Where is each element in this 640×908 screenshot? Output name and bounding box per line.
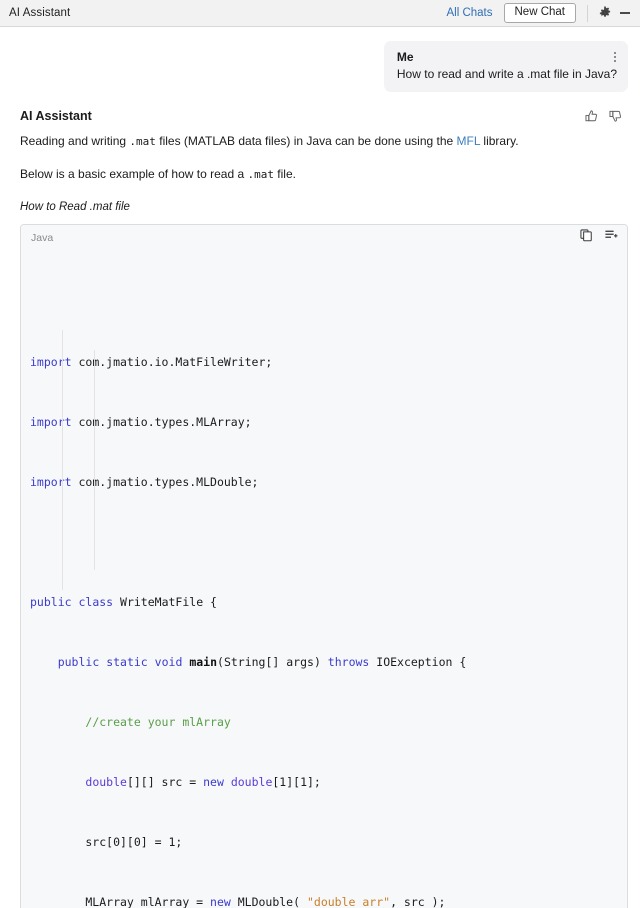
intro-text-part-3: library. <box>480 134 519 148</box>
java-code-actions <box>579 228 618 247</box>
assistant-intro-paragraph: Reading and writing .mat files (MATLAB d… <box>20 133 628 150</box>
kebab-dot <box>614 51 616 54</box>
mfl-library-link[interactable]: MFL <box>457 134 481 148</box>
assistant-example-paragraph: Below is a basic example of how to read … <box>20 166 628 183</box>
conversation-scroll-area[interactable]: Me How to read and write a .mat file in … <box>0 27 640 908</box>
minimize-icon[interactable] <box>616 5 634 22</box>
gear-icon[interactable] <box>596 5 613 22</box>
assistant-message: AI Assistant Reading and writing .mat fi… <box>0 92 640 908</box>
indent-guide <box>94 350 95 570</box>
toolbar-divider <box>587 4 588 22</box>
assistant-header: AI Assistant <box>20 109 628 124</box>
thumbs-down-icon[interactable] <box>608 109 623 124</box>
intro-text-part-2: files (MATLAB data files) in Java can be… <box>155 134 457 148</box>
code-line: src[0][0] = 1; <box>30 835 183 849</box>
titlebar-actions: All Chats New Chat <box>446 3 634 23</box>
intro-text-part-1: Reading and writing <box>20 134 130 148</box>
example-text-part-2: file. <box>273 167 296 181</box>
user-message-text: How to read and write a .mat file in Jav… <box>396 67 617 81</box>
code-line: import com.jmatio.types.MLArray; <box>30 415 252 429</box>
indent-guide <box>62 330 63 590</box>
intro-code-mat-1: .mat <box>129 135 156 148</box>
example-text-part-1: Below is a basic example of how to read … <box>20 167 248 181</box>
code-line: public static void main(String[] args) t… <box>57 655 467 669</box>
user-message-row: Me How to read and write a .mat file in … <box>0 27 640 92</box>
kebab-dot <box>614 59 616 62</box>
minimize-bar <box>620 12 630 14</box>
code-line: //create your mlArray <box>85 715 231 729</box>
new-chat-button[interactable]: New Chat <box>503 3 576 23</box>
all-chats-link[interactable]: All Chats <box>446 7 492 19</box>
section-subheading: How to Read .mat file <box>20 201 130 213</box>
assistant-name: AI Assistant <box>20 109 92 123</box>
thumbs-up-icon[interactable] <box>584 109 599 124</box>
kebab-dot <box>614 55 616 58</box>
code-line: import com.jmatio.types.MLDouble; <box>30 475 259 489</box>
kebab-menu-icon[interactable] <box>610 50 620 63</box>
java-language-label: Java <box>31 231 54 244</box>
panel-title: AI Assistant <box>9 7 71 19</box>
java-code-block: Java import com.jmatio.io.MatFileWriter;… <box>20 224 628 908</box>
java-code-block-header: Java <box>21 225 627 250</box>
user-message-sender: Me <box>396 50 414 64</box>
code-line: double[][] src = new double[1][1]; <box>85 775 321 789</box>
insert-into-editor-icon[interactable] <box>604 228 618 247</box>
feedback-actions <box>584 109 628 124</box>
code-line: import com.jmatio.io.MatFileWriter; <box>30 355 273 369</box>
example-code-mat: .mat <box>247 168 274 181</box>
code-line: public class WriteMatFile { <box>30 595 217 609</box>
user-message-bubble: Me How to read and write a .mat file in … <box>383 41 628 92</box>
titlebar: AI Assistant All Chats New Chat <box>0 0 640 27</box>
ai-assistant-panel: AI Assistant All Chats New Chat Me How t… <box>0 0 640 908</box>
java-code-content[interactable]: import com.jmatio.io.MatFileWriter; impo… <box>21 250 627 908</box>
code-line: MLArray mlArray = new MLDouble( "double_… <box>30 895 446 908</box>
copy-icon[interactable] <box>579 228 593 247</box>
